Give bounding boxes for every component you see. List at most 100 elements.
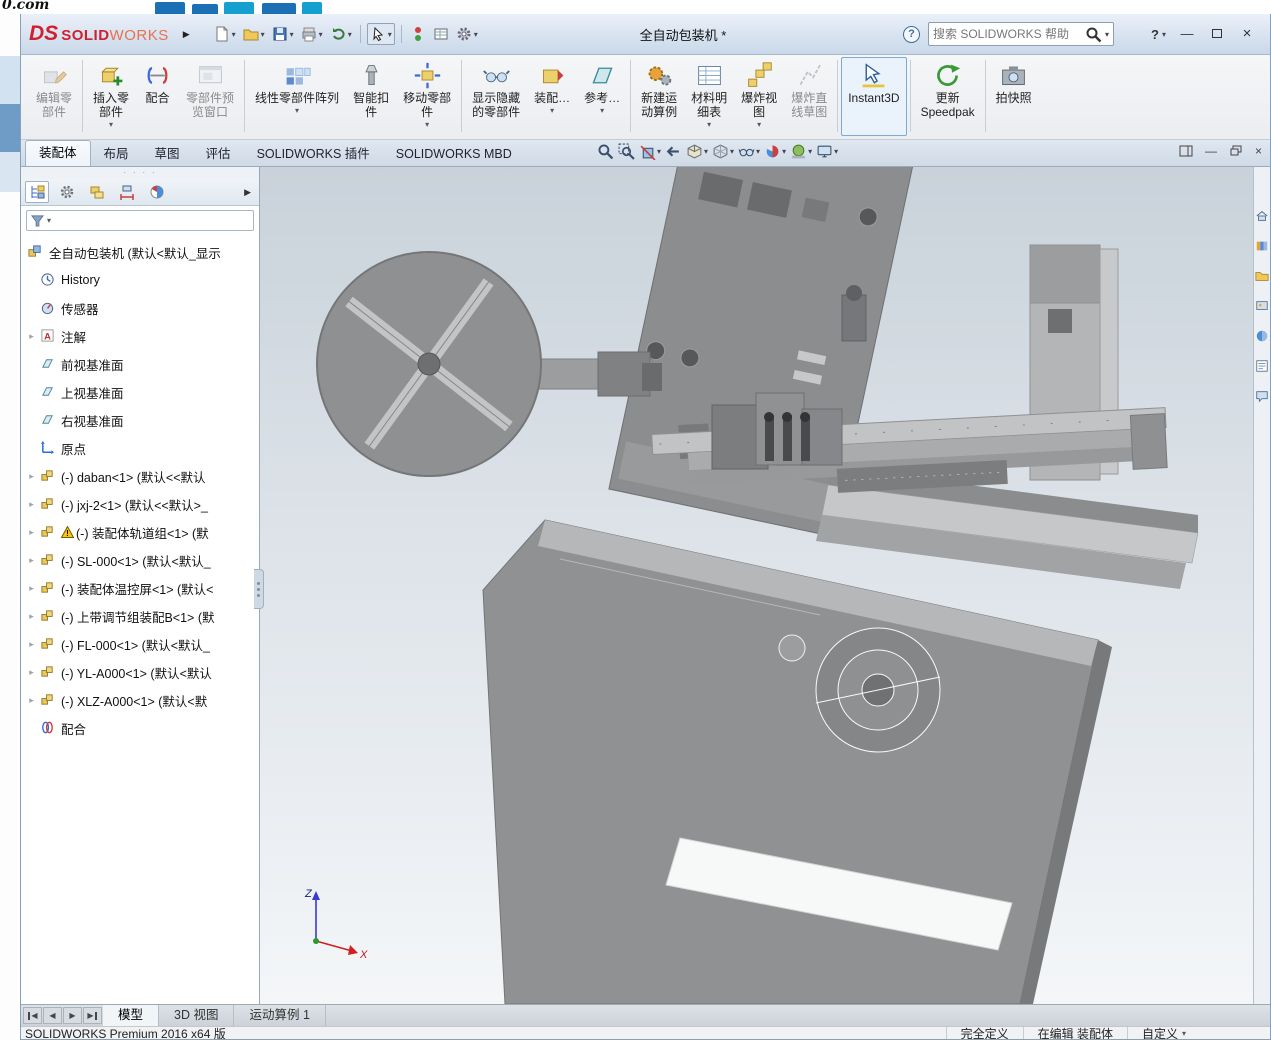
tab-evaluate[interactable]: 评估 bbox=[193, 142, 244, 166]
panel-splitter-handle[interactable]: · · · · bbox=[21, 167, 259, 179]
update-speedpak-button[interactable]: 更新 Speedpak bbox=[914, 57, 982, 136]
dropdown-caret[interactable]: ▾ bbox=[756, 147, 760, 156]
section-view-button[interactable]: ▾ bbox=[638, 142, 662, 161]
previous-view-button[interactable] bbox=[664, 142, 683, 161]
model-reel[interactable] bbox=[816, 628, 940, 752]
take-snapshot-button[interactable]: 拍快照 bbox=[989, 57, 1039, 136]
component-preview-window-button[interactable]: 零部件预 览窗口 bbox=[179, 57, 241, 136]
model-base-plate[interactable] bbox=[483, 520, 1112, 1004]
exploded-view-button[interactable]: 爆炸视 图 ▾ bbox=[734, 57, 784, 136]
dropdown-caret[interactable]: ▾ bbox=[808, 147, 812, 156]
tree-item-track-group[interactable]: ▸ ! (-) 装配体轨道组<1> (默 bbox=[21, 518, 259, 546]
dropdown-caret[interactable]: ▾ bbox=[757, 120, 761, 130]
tree-item-fl-000[interactable]: ▸ (-) FL-000<1> (默认<默认_ bbox=[21, 630, 259, 658]
expand-arrow-icon[interactable]: ▸ bbox=[24, 471, 39, 482]
minimize-button[interactable]: — bbox=[1174, 22, 1200, 44]
model-canvas[interactable] bbox=[260, 167, 1270, 1004]
insert-components-button[interactable]: 插入零 部件 ▾ bbox=[86, 57, 136, 136]
tree-item-temp-control-panel[interactable]: ▸ (-) 装配体温控屏<1> (默认< bbox=[21, 574, 259, 602]
help-badge-icon[interactable]: ? bbox=[903, 26, 920, 43]
view-palette-icon[interactable] bbox=[1255, 299, 1269, 313]
edit-appearance-button[interactable]: ▾ bbox=[763, 142, 787, 161]
search-input[interactable] bbox=[933, 27, 1082, 41]
tree-item-daban[interactable]: ▸ (-) daban<1> (默认<<默认 bbox=[21, 462, 259, 490]
tab-scroll-next-button[interactable]: ▶ bbox=[63, 1007, 82, 1024]
dropdown-caret[interactable]: ▾ bbox=[1105, 30, 1109, 39]
dropdown-caret[interactable]: ▾ bbox=[425, 120, 429, 130]
instant3d-button[interactable]: Instant3D bbox=[841, 57, 906, 136]
assembly-features-button[interactable]: 装配… ▾ bbox=[527, 57, 577, 136]
dropdown-caret[interactable]: ▾ bbox=[834, 147, 838, 156]
appearances-icon[interactable] bbox=[1255, 329, 1269, 343]
panel-divider-handle[interactable] bbox=[254, 569, 264, 609]
tree-item-origin[interactable]: 原点 bbox=[21, 434, 259, 462]
view-orientation-button[interactable]: ▾ bbox=[685, 142, 709, 161]
dropdown-caret[interactable]: ▾ bbox=[388, 30, 392, 39]
panel-flyout-arrow[interactable]: ▶ bbox=[240, 187, 255, 198]
dropdown-caret[interactable]: ▾ bbox=[474, 30, 478, 39]
help-search-box[interactable]: ▾ bbox=[928, 22, 1114, 46]
dropdown-caret[interactable]: ▾ bbox=[600, 106, 604, 116]
design-library-icon[interactable] bbox=[1255, 239, 1269, 253]
tab-solidworks-mbd[interactable]: SOLIDWORKS MBD bbox=[383, 142, 525, 166]
dropdown-caret[interactable]: ▾ bbox=[290, 30, 294, 39]
dropdown-caret[interactable]: ▾ bbox=[109, 120, 113, 130]
model-guide-roller[interactable] bbox=[779, 635, 805, 661]
tree-item-mates[interactable]: 配合 bbox=[21, 714, 259, 742]
help-menu-button[interactable]: ? ▾ bbox=[1151, 27, 1166, 42]
move-component-button[interactable]: 移动零部 件 ▾ bbox=[396, 57, 458, 136]
tree-item-sl-000[interactable]: ▸ (-) SL-000<1> (默认<默认_ bbox=[21, 546, 259, 574]
forum-icon[interactable] bbox=[1255, 389, 1269, 403]
expand-arrow-icon[interactable]: ▸ bbox=[24, 695, 39, 706]
tree-item-front-plane[interactable]: 前视基准面 bbox=[21, 350, 259, 378]
menu-flyout-arrow[interactable]: ▶ bbox=[183, 29, 190, 40]
tree-item-jxj-2[interactable]: ▸ (-) jxj-2<1> (默认<<默认>_ bbox=[21, 490, 259, 518]
tab-motion-study-1[interactable]: 运动算例 1 bbox=[234, 1005, 325, 1026]
dropdown-caret[interactable]: ▾ bbox=[704, 147, 708, 156]
print-button[interactable]: ▾ bbox=[299, 24, 325, 44]
tree-item-right-plane[interactable]: 右视基准面 bbox=[21, 406, 259, 434]
expand-arrow-icon[interactable]: ▸ bbox=[24, 555, 39, 566]
apply-scene-button[interactable]: ▾ bbox=[789, 142, 813, 161]
featuremanager-tab[interactable] bbox=[25, 181, 49, 203]
select-tool-button[interactable]: ▾ bbox=[367, 23, 395, 45]
file-explorer-icon[interactable] bbox=[1255, 269, 1269, 283]
model-feeder-disc[interactable] bbox=[317, 252, 662, 476]
rebuild-button[interactable] bbox=[408, 24, 428, 44]
tree-item-top-plane[interactable]: 上视基准面 bbox=[21, 378, 259, 406]
edit-component-button[interactable]: 编辑零 部件 bbox=[29, 57, 79, 136]
close-button[interactable]: × bbox=[1234, 22, 1260, 44]
tree-item-root[interactable]: 全自动包装机 (默认<默认_显示 bbox=[21, 238, 259, 266]
dropdown-caret[interactable]: ▾ bbox=[261, 30, 265, 39]
tree-filter-input[interactable]: ▾ bbox=[26, 210, 254, 231]
tree-item-annotations[interactable]: ▸ A 注解 bbox=[21, 322, 259, 350]
tab-scroll-prev-button[interactable]: ◀ bbox=[43, 1007, 62, 1024]
view-settings-button[interactable]: ▾ bbox=[815, 142, 839, 161]
save-button[interactable]: ▾ bbox=[270, 24, 296, 44]
open-button[interactable]: ▾ bbox=[241, 24, 267, 44]
dropdown-caret[interactable]: ▾ bbox=[1182, 1029, 1186, 1038]
custom-properties-icon[interactable] bbox=[1255, 359, 1269, 373]
propertymanager-tab[interactable] bbox=[55, 181, 79, 203]
new-document-button[interactable]: ▾ bbox=[212, 24, 238, 44]
display-style-button[interactable]: ▾ bbox=[711, 142, 735, 161]
dropdown-caret[interactable]: ▾ bbox=[550, 106, 554, 116]
tree-item-yl-a000[interactable]: ▸ (-) YL-A000<1> (默认<默认 bbox=[21, 658, 259, 686]
tab-model[interactable]: 模型 bbox=[103, 1005, 159, 1026]
dropdown-caret[interactable]: ▾ bbox=[348, 30, 352, 39]
tab-scroll-last-button[interactable]: ▶ bbox=[83, 1007, 102, 1024]
hide-show-items-button[interactable]: ▾ bbox=[737, 142, 761, 161]
expand-arrow-icon[interactable]: ▸ bbox=[24, 499, 39, 510]
viewport-canvas[interactable]: Z X bbox=[260, 167, 1270, 1004]
dropdown-caret[interactable]: ▾ bbox=[707, 120, 711, 130]
dropdown-caret[interactable]: ▾ bbox=[1162, 30, 1166, 39]
displaymanager-tab[interactable] bbox=[145, 181, 169, 203]
tab-layout[interactable]: 布局 bbox=[91, 142, 142, 166]
tab-scroll-first-button[interactable]: ◀ bbox=[23, 1007, 42, 1024]
dropdown-caret[interactable]: ▾ bbox=[657, 147, 661, 156]
zoom-fit-button[interactable] bbox=[596, 142, 615, 161]
expand-arrow-icon[interactable]: ▸ bbox=[24, 639, 39, 650]
doc-close-button[interactable]: × bbox=[1255, 144, 1262, 158]
new-motion-study-button[interactable]: 新建运 动算例 bbox=[634, 57, 684, 136]
mate-button[interactable]: 配合 bbox=[136, 57, 179, 136]
